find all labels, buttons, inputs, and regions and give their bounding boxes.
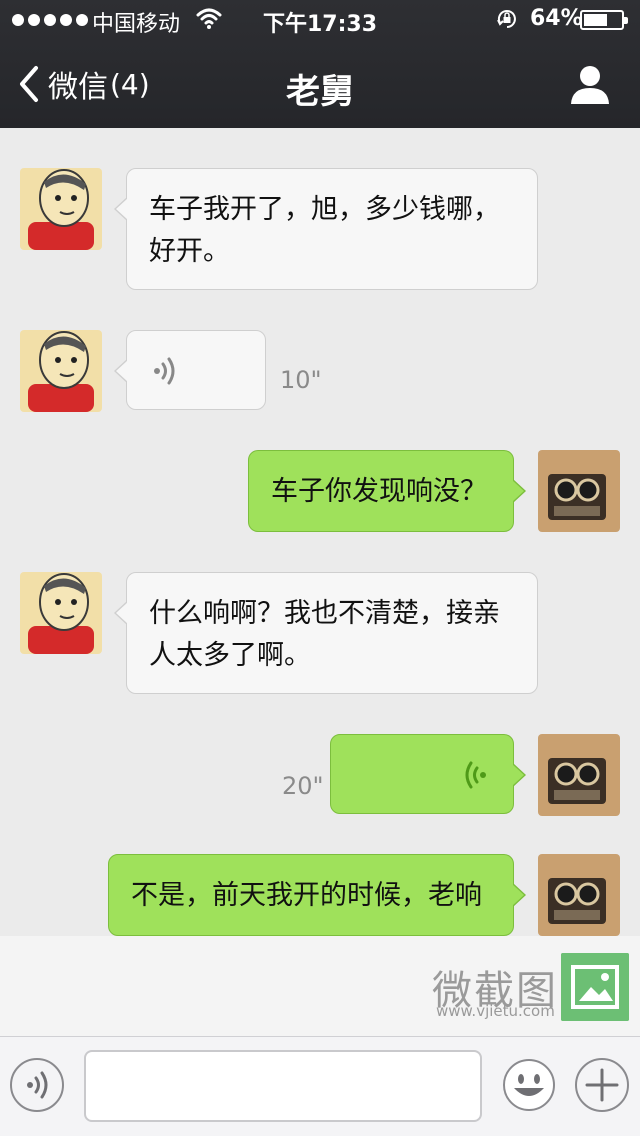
message-text: 不是，前天我开的时候，老响 xyxy=(131,880,482,911)
voice-mode-icon xyxy=(27,1071,48,1099)
battery-icon xyxy=(580,10,628,30)
voice-message-bubble[interactable] xyxy=(114,330,266,410)
contact-avatar[interactable] xyxy=(20,330,102,412)
voice-wave-icon xyxy=(465,761,486,789)
watermark-logo-icon xyxy=(561,953,629,1021)
message-bubble[interactable]: 不是，前天我开的时候，老响 xyxy=(108,854,526,936)
chat-title: 老舅 xyxy=(286,72,354,112)
plus-icon xyxy=(585,1068,619,1102)
watermark-url: www.vjietu.com xyxy=(436,1002,555,1020)
rotation-lock-icon xyxy=(497,10,516,28)
voice-mode-button[interactable] xyxy=(10,1058,64,1112)
voice-message-bubble[interactable] xyxy=(330,734,526,814)
contact-avatar[interactable] xyxy=(20,168,102,250)
message-text: 人太多了啊。 xyxy=(149,640,311,671)
my-avatar[interactable] xyxy=(538,734,620,816)
message-input[interactable] xyxy=(84,1050,482,1122)
message-text: 好开。 xyxy=(149,236,230,267)
my-avatar[interactable] xyxy=(538,450,620,532)
message-text: 车子我开了，旭，多少钱哪， xyxy=(149,194,500,225)
message-text: 什么响啊？我也不清楚，接亲 xyxy=(149,598,500,629)
voice-duration: 10" xyxy=(280,366,322,394)
contact-avatar[interactable] xyxy=(20,572,102,654)
message-bubble[interactable]: 车子你发现响没？ xyxy=(248,450,526,532)
header: 中国移动 下午17:33 64% 微信 (4) 老舅 xyxy=(0,0,640,128)
voice-wave-icon xyxy=(154,357,175,385)
person-icon[interactable] xyxy=(568,62,612,106)
message-list[interactable]: 车子我开了，旭，多少钱哪， 好开。 10" 车子你发现响没？ 什么响啊？我也不清… xyxy=(0,128,640,936)
battery-percent: 64% xyxy=(530,6,583,31)
message-text: 车子你发现响没？ xyxy=(271,476,487,507)
my-avatar[interactable] xyxy=(538,854,620,936)
voice-duration: 20" xyxy=(282,772,324,800)
message-bubble[interactable]: 什么响啊？我也不清楚，接亲 人太多了啊。 xyxy=(114,572,538,694)
emoji-icon[interactable] xyxy=(502,1058,556,1112)
more-options-button[interactable] xyxy=(575,1058,629,1112)
status-bar: 中国移动 下午17:33 64% xyxy=(0,0,640,40)
message-bubble[interactable]: 车子我开了，旭，多少钱哪， 好开。 xyxy=(114,168,538,290)
